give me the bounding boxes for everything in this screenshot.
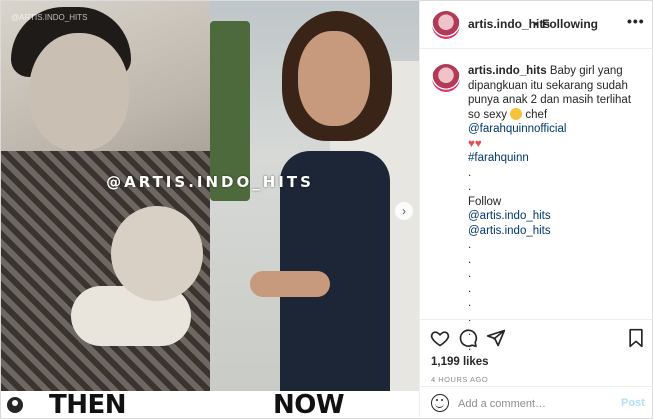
now-arm (250, 271, 330, 297)
comment-icon[interactable] (458, 328, 478, 348)
header-separator: • (534, 17, 539, 31)
heart-icon[interactable] (430, 328, 450, 348)
then-label: THEN (49, 390, 127, 418)
bookmark-icon[interactable] (626, 328, 646, 348)
dot-line: . (468, 239, 472, 251)
follow-word: Follow (468, 195, 502, 208)
dot-line: . (468, 282, 472, 295)
mention-farahquinnofficial[interactable]: @farahquinnofficial (468, 123, 566, 135)
mention-artis-indo-hits[interactable]: @artis.indo_hits (468, 209, 646, 224)
then-now-bar: THEN NOW (1, 391, 419, 418)
likes-count[interactable]: 1,199 likes (431, 356, 489, 368)
dot-line: . (468, 297, 472, 309)
post-caption: artis.indo_hits Baby girl yang dipangkua… (468, 64, 646, 354)
following-button[interactable]: Following (542, 17, 598, 31)
more-options-icon[interactable]: ••• (627, 13, 645, 29)
caption-avatar[interactable] (432, 64, 460, 92)
add-comment-row: Post (420, 386, 653, 419)
smiling-face-icon (510, 107, 523, 120)
post-header: artis.indo_hits • Following ••• (420, 1, 653, 49)
post-comment-button[interactable]: Post (621, 397, 645, 409)
watermark: @ARTIS.INDO_HITS (106, 173, 314, 191)
caption-username[interactable]: artis.indo_hits (468, 65, 547, 77)
mention-artis-indo-hits[interactable]: @artis.indo_hits (468, 224, 646, 239)
now-face (298, 31, 370, 126)
dot-line: . (468, 268, 472, 280)
user-tag-icon[interactable] (7, 397, 23, 413)
share-icon[interactable] (486, 328, 506, 348)
emoji-picker-icon[interactable] (431, 394, 449, 412)
dot-line: . (468, 181, 472, 193)
then-baby-face (111, 206, 203, 301)
comments-area: artis.indo_hits Baby girl yang dipangkua… (420, 50, 653, 353)
avatar[interactable] (432, 11, 460, 39)
comment-input[interactable] (458, 395, 608, 412)
caption-mid: chef (525, 108, 548, 121)
now-label: NOW (273, 390, 345, 418)
hearts-emoji: ♥♥ (468, 137, 482, 150)
then-face (29, 33, 129, 151)
post-side-panel: artis.indo_hits • Following ••• artis.in… (419, 1, 653, 419)
post-actions: 1,199 likes 4 HOURS AGO Post (420, 319, 653, 419)
now-photo (210, 1, 419, 391)
post-media[interactable]: @ARTIS.INDO_HITS @ARTIS.INDO_HITS › THEN… (1, 1, 419, 418)
then-photo: @ARTIS.INDO_HITS (1, 1, 210, 391)
post-timestamp[interactable]: 4 HOURS AGO (431, 375, 488, 384)
hashtag-farahquinn[interactable]: #farahquinn (468, 151, 646, 166)
small-watermark: @ARTIS.INDO_HITS (11, 13, 88, 22)
chevron-right-icon[interactable]: › (395, 202, 413, 220)
dot-line: . (468, 166, 472, 179)
dot-line: . (468, 253, 472, 266)
